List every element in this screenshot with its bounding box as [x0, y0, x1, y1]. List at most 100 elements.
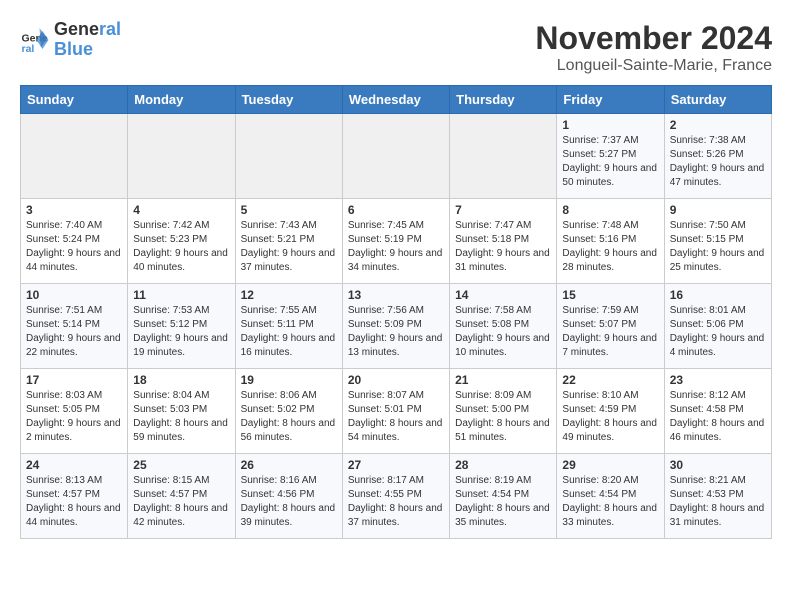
- day-number: 27: [348, 458, 444, 472]
- day-info: Sunrise: 8:19 AMSunset: 4:54 PMDaylight:…: [455, 474, 551, 530]
- day-info: Sunrise: 8:17 AMSunset: 4:55 PMDaylight:…: [348, 474, 444, 530]
- page-header: Gene ral GeneralBlue November 2024 Longu…: [20, 20, 772, 75]
- day-info: Sunrise: 7:47 AMSunset: 5:18 PMDaylight:…: [455, 219, 551, 275]
- day-number: 19: [241, 373, 337, 387]
- calendar-cell: 20 Sunrise: 8:07 AMSunset: 5:01 PMDaylig…: [342, 369, 449, 454]
- day-number: 16: [670, 288, 766, 302]
- calendar-cell: 1 Sunrise: 7:37 AMSunset: 5:27 PMDayligh…: [557, 114, 664, 199]
- month-title: November 2024: [535, 20, 772, 57]
- day-info: Sunrise: 7:58 AMSunset: 5:08 PMDaylight:…: [455, 304, 551, 360]
- calendar-cell: 16 Sunrise: 8:01 AMSunset: 5:06 PMDaylig…: [664, 284, 771, 369]
- calendar-cell: 23 Sunrise: 8:12 AMSunset: 4:58 PMDaylig…: [664, 369, 771, 454]
- day-number: 17: [26, 373, 122, 387]
- day-info: Sunrise: 8:21 AMSunset: 4:53 PMDaylight:…: [670, 474, 766, 530]
- weekday-header-friday: Friday: [557, 86, 664, 114]
- weekday-header-row: SundayMondayTuesdayWednesdayThursdayFrid…: [21, 86, 772, 114]
- day-info: Sunrise: 8:16 AMSunset: 4:56 PMDaylight:…: [241, 474, 337, 530]
- day-number: 3: [26, 203, 122, 217]
- calendar-cell: 10 Sunrise: 7:51 AMSunset: 5:14 PMDaylig…: [21, 284, 128, 369]
- day-number: 24: [26, 458, 122, 472]
- day-info: Sunrise: 7:45 AMSunset: 5:19 PMDaylight:…: [348, 219, 444, 275]
- day-number: 18: [133, 373, 229, 387]
- calendar-cell: [450, 114, 557, 199]
- day-number: 11: [133, 288, 229, 302]
- day-number: 1: [562, 118, 658, 132]
- calendar-week-row: 1 Sunrise: 7:37 AMSunset: 5:27 PMDayligh…: [21, 114, 772, 199]
- calendar-cell: 30 Sunrise: 8:21 AMSunset: 4:53 PMDaylig…: [664, 454, 771, 539]
- day-info: Sunrise: 8:01 AMSunset: 5:06 PMDaylight:…: [670, 304, 766, 360]
- calendar-cell: 17 Sunrise: 8:03 AMSunset: 5:05 PMDaylig…: [21, 369, 128, 454]
- svg-text:ral: ral: [22, 43, 35, 55]
- calendar-cell: 27 Sunrise: 8:17 AMSunset: 4:55 PMDaylig…: [342, 454, 449, 539]
- day-number: 26: [241, 458, 337, 472]
- calendar-header: SundayMondayTuesdayWednesdayThursdayFrid…: [21, 86, 772, 114]
- calendar-cell: 15 Sunrise: 7:59 AMSunset: 5:07 PMDaylig…: [557, 284, 664, 369]
- calendar-cell: [128, 114, 235, 199]
- weekday-header-sunday: Sunday: [21, 86, 128, 114]
- day-info: Sunrise: 8:07 AMSunset: 5:01 PMDaylight:…: [348, 389, 444, 445]
- day-info: Sunrise: 7:50 AMSunset: 5:15 PMDaylight:…: [670, 219, 766, 275]
- calendar-cell: 13 Sunrise: 7:56 AMSunset: 5:09 PMDaylig…: [342, 284, 449, 369]
- calendar-cell: 25 Sunrise: 8:15 AMSunset: 4:57 PMDaylig…: [128, 454, 235, 539]
- calendar-cell: 28 Sunrise: 8:19 AMSunset: 4:54 PMDaylig…: [450, 454, 557, 539]
- calendar-cell: 14 Sunrise: 7:58 AMSunset: 5:08 PMDaylig…: [450, 284, 557, 369]
- day-info: Sunrise: 7:59 AMSunset: 5:07 PMDaylight:…: [562, 304, 658, 360]
- day-info: Sunrise: 8:12 AMSunset: 4:58 PMDaylight:…: [670, 389, 766, 445]
- weekday-header-wednesday: Wednesday: [342, 86, 449, 114]
- day-number: 15: [562, 288, 658, 302]
- logo-icon: Gene ral: [20, 25, 50, 55]
- day-info: Sunrise: 7:48 AMSunset: 5:16 PMDaylight:…: [562, 219, 658, 275]
- day-info: Sunrise: 7:38 AMSunset: 5:26 PMDaylight:…: [670, 134, 766, 190]
- calendar-cell: 29 Sunrise: 8:20 AMSunset: 4:54 PMDaylig…: [557, 454, 664, 539]
- day-number: 13: [348, 288, 444, 302]
- calendar-cell: 24 Sunrise: 8:13 AMSunset: 4:57 PMDaylig…: [21, 454, 128, 539]
- weekday-header-tuesday: Tuesday: [235, 86, 342, 114]
- day-number: 22: [562, 373, 658, 387]
- day-number: 6: [348, 203, 444, 217]
- day-info: Sunrise: 7:53 AMSunset: 5:12 PMDaylight:…: [133, 304, 229, 360]
- calendar-cell: 8 Sunrise: 7:48 AMSunset: 5:16 PMDayligh…: [557, 199, 664, 284]
- day-number: 10: [26, 288, 122, 302]
- day-number: 5: [241, 203, 337, 217]
- calendar-cell: 26 Sunrise: 8:16 AMSunset: 4:56 PMDaylig…: [235, 454, 342, 539]
- day-number: 30: [670, 458, 766, 472]
- title-area: November 2024 Longueil-Sainte-Marie, Fra…: [535, 20, 772, 75]
- day-info: Sunrise: 8:10 AMSunset: 4:59 PMDaylight:…: [562, 389, 658, 445]
- day-number: 2: [670, 118, 766, 132]
- day-number: 28: [455, 458, 551, 472]
- day-info: Sunrise: 8:09 AMSunset: 5:00 PMDaylight:…: [455, 389, 551, 445]
- calendar-table: SundayMondayTuesdayWednesdayThursdayFrid…: [20, 85, 772, 539]
- day-info: Sunrise: 7:40 AMSunset: 5:24 PMDaylight:…: [26, 219, 122, 275]
- day-number: 14: [455, 288, 551, 302]
- day-number: 4: [133, 203, 229, 217]
- day-info: Sunrise: 8:15 AMSunset: 4:57 PMDaylight:…: [133, 474, 229, 530]
- calendar-cell: 5 Sunrise: 7:43 AMSunset: 5:21 PMDayligh…: [235, 199, 342, 284]
- location-title: Longueil-Sainte-Marie, France: [535, 57, 772, 75]
- day-info: Sunrise: 7:51 AMSunset: 5:14 PMDaylight:…: [26, 304, 122, 360]
- day-info: Sunrise: 8:06 AMSunset: 5:02 PMDaylight:…: [241, 389, 337, 445]
- calendar-body: 1 Sunrise: 7:37 AMSunset: 5:27 PMDayligh…: [21, 114, 772, 539]
- day-info: Sunrise: 8:20 AMSunset: 4:54 PMDaylight:…: [562, 474, 658, 530]
- calendar-week-row: 10 Sunrise: 7:51 AMSunset: 5:14 PMDaylig…: [21, 284, 772, 369]
- weekday-header-thursday: Thursday: [450, 86, 557, 114]
- day-info: Sunrise: 8:13 AMSunset: 4:57 PMDaylight:…: [26, 474, 122, 530]
- logo-text: GeneralBlue: [54, 20, 121, 60]
- day-info: Sunrise: 8:04 AMSunset: 5:03 PMDaylight:…: [133, 389, 229, 445]
- day-number: 21: [455, 373, 551, 387]
- weekday-header-monday: Monday: [128, 86, 235, 114]
- calendar-cell: 7 Sunrise: 7:47 AMSunset: 5:18 PMDayligh…: [450, 199, 557, 284]
- calendar-week-row: 24 Sunrise: 8:13 AMSunset: 4:57 PMDaylig…: [21, 454, 772, 539]
- day-info: Sunrise: 8:03 AMSunset: 5:05 PMDaylight:…: [26, 389, 122, 445]
- day-number: 7: [455, 203, 551, 217]
- day-number: 8: [562, 203, 658, 217]
- calendar-cell: 18 Sunrise: 8:04 AMSunset: 5:03 PMDaylig…: [128, 369, 235, 454]
- calendar-week-row: 17 Sunrise: 8:03 AMSunset: 5:05 PMDaylig…: [21, 369, 772, 454]
- day-info: Sunrise: 7:37 AMSunset: 5:27 PMDaylight:…: [562, 134, 658, 190]
- calendar-cell: 12 Sunrise: 7:55 AMSunset: 5:11 PMDaylig…: [235, 284, 342, 369]
- calendar-cell: 22 Sunrise: 8:10 AMSunset: 4:59 PMDaylig…: [557, 369, 664, 454]
- logo: Gene ral GeneralBlue: [20, 20, 121, 60]
- day-info: Sunrise: 7:42 AMSunset: 5:23 PMDaylight:…: [133, 219, 229, 275]
- day-number: 29: [562, 458, 658, 472]
- calendar-week-row: 3 Sunrise: 7:40 AMSunset: 5:24 PMDayligh…: [21, 199, 772, 284]
- day-number: 25: [133, 458, 229, 472]
